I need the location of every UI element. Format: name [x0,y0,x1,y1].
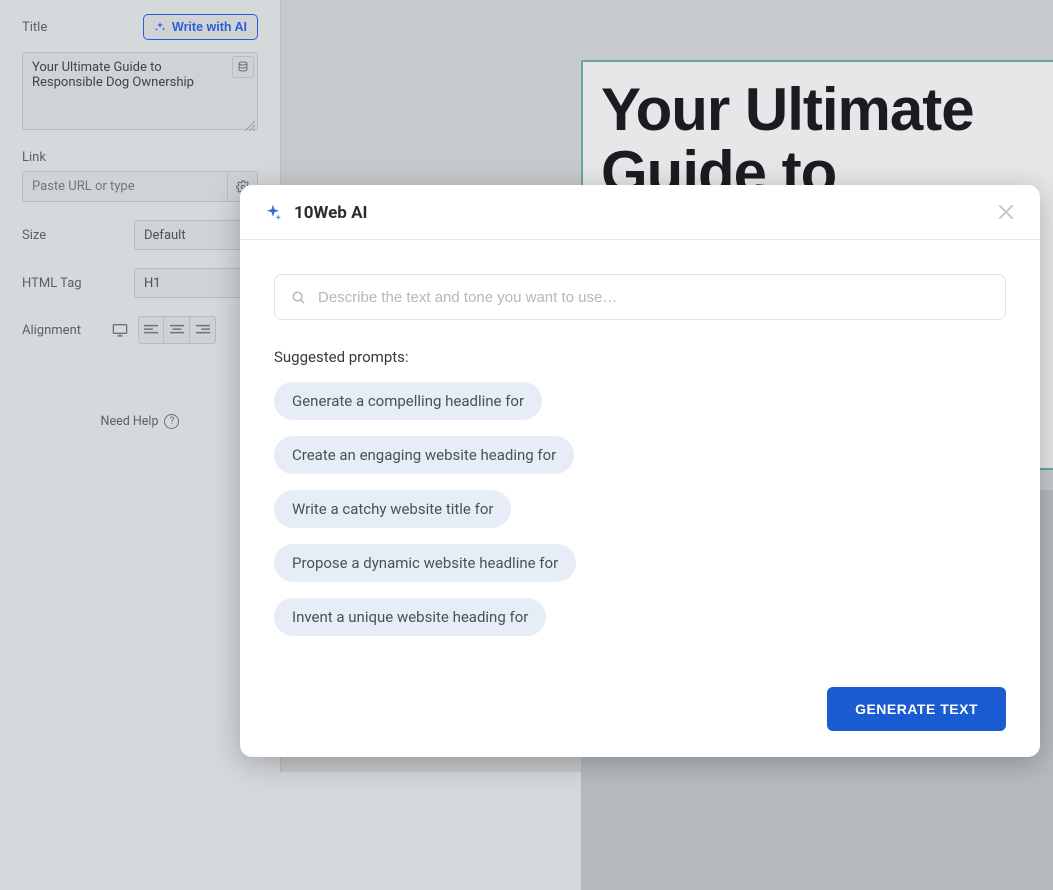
suggested-chip[interactable]: Write a catchy website title for [274,490,511,528]
modal-brand-text: 10Web AI [294,203,368,223]
prompt-input[interactable] [318,289,989,306]
suggested-chip[interactable]: Invent a unique website heading for [274,598,546,636]
close-icon [999,205,1013,219]
suggested-label: Suggested prompts: [274,348,1006,366]
suggested-chip[interactable]: Create an engaging website heading for [274,436,574,474]
suggested-chip[interactable]: Generate a compelling headline for [274,382,542,420]
generate-text-button[interactable]: GENERATE TEXT [827,687,1006,731]
modal-footer: GENERATE TEXT [240,669,1040,757]
modal-overlay: 10Web AI Suggested prompts: Generate a c… [0,0,1053,772]
modal-body: Suggested prompts: Generate a compelling… [240,240,1040,669]
suggested-chips: Generate a compelling headline for Creat… [274,382,1006,636]
suggested-chip[interactable]: Propose a dynamic website headline for [274,544,576,582]
modal-header: 10Web AI [240,185,1040,240]
prompt-input-wrap [274,274,1006,320]
modal-close-button[interactable] [996,203,1016,223]
modal-brand: 10Web AI [264,203,368,223]
sparkle-icon [264,204,282,222]
ai-modal: 10Web AI Suggested prompts: Generate a c… [240,185,1040,757]
search-icon [291,290,306,305]
